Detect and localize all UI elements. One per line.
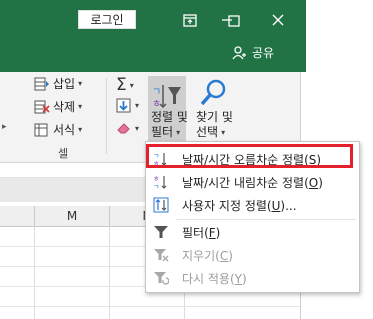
group-divider <box>106 78 107 154</box>
find-select-label-line2: 선택 <box>196 125 219 139</box>
chevron-down-icon: ▾ <box>129 80 134 90</box>
chevron-down-icon: ▾ <box>176 128 181 137</box>
share-button[interactable]: 공유 <box>232 44 274 61</box>
login-label: 로그인 <box>90 13 124 27</box>
accelerator-key: O <box>308 175 319 190</box>
menu-item-suffix: )... <box>280 198 297 213</box>
menu-item-suffix: ) <box>228 248 233 263</box>
fill-button[interactable]: ▾ <box>116 98 139 113</box>
menu-item-sort-descending[interactable]: ㅎ ㄱ 날짜/시간 내림차순 정렬(O) <box>146 171 359 193</box>
column-header-m[interactable]: M <box>35 206 110 227</box>
collapse-arrow: ▸ <box>2 122 7 132</box>
custom-sort-icon <box>153 197 169 213</box>
login-button[interactable]: 로그인 <box>78 10 136 29</box>
accelerator-key: Y <box>234 271 243 286</box>
chevron-down-icon: ▾ <box>78 125 83 134</box>
sort-filter-label: 정렬 및 필터 ▾ <box>151 110 188 140</box>
svg-text:ㅎ: ㅎ <box>153 175 159 183</box>
menu-item-label: 다시 적용( <box>182 271 235 286</box>
menu-item-suffix: ) <box>318 175 323 190</box>
menu-item-filter[interactable]: 필터(F) <box>146 221 359 243</box>
svg-text:ㄱ: ㄱ <box>152 87 161 98</box>
chevron-down-icon: ▾ <box>135 123 140 133</box>
delete-label: 삭제 <box>53 100 76 114</box>
share-label: 공유 <box>252 46 275 60</box>
chevron-down-icon: ▾ <box>221 128 226 137</box>
menu-item-label: 필터( <box>182 225 209 240</box>
column-header-label: M <box>66 209 78 223</box>
menu-separator <box>176 219 356 220</box>
reapply-icon <box>154 272 169 285</box>
menu-item-suffix: ) <box>316 152 322 167</box>
format-cells-button[interactable]: 서식 ▾ <box>34 121 82 138</box>
find-select-label-line1: 찾기 및 <box>196 110 233 124</box>
ribbon-display-icon <box>183 13 197 27</box>
sort-filter-label-line1: 정렬 및 <box>151 110 188 124</box>
menu-item-label: 날짜/시간 내림차순 정렬( <box>182 175 309 190</box>
menu-item-reapply[interactable]: 다시 적용(Y) <box>146 267 359 289</box>
gridline <box>0 306 306 307</box>
insert-cells-icon <box>34 77 49 90</box>
magnifier-icon <box>200 79 226 106</box>
accelerator-key: C <box>219 248 229 263</box>
sort-ascending-icon: ㄱ ㅎ <box>153 152 167 167</box>
delete-cells-icon <box>34 100 50 113</box>
chevron-down-icon: ▾ <box>135 101 140 110</box>
title-bar: 로그인 공유 <box>0 0 306 72</box>
menu-item-suffix: ) <box>215 225 221 240</box>
chevron-down-icon: ▾ <box>78 79 83 88</box>
accelerator-key: F <box>208 225 216 240</box>
ribbon-display-options-button[interactable] <box>178 9 202 31</box>
cells-group-label: 셀 <box>58 147 69 160</box>
delete-cells-button[interactable]: 삭제 ▾ <box>34 98 82 115</box>
person-add-icon <box>232 45 246 59</box>
svg-text:ㅎ: ㅎ <box>153 160 159 167</box>
chevron-down-icon: ▾ <box>78 102 83 111</box>
format-cells-icon <box>34 123 48 136</box>
close-icon <box>272 14 284 26</box>
sort-filter-icon: ㄱ ㅎ <box>152 85 181 110</box>
sigma-icon: Σ <box>116 75 127 95</box>
menu-item-sort-ascending[interactable]: ㄱ ㅎ 날짜/시간 오름차순 정렬(S) <box>146 148 359 170</box>
menu-item-suffix: ) <box>242 271 247 286</box>
autosum-button[interactable]: Σ ▾ <box>116 75 134 95</box>
format-label: 서식 <box>53 123 76 137</box>
insert-label: 삽입 <box>53 77 76 91</box>
filter-icon <box>154 226 168 238</box>
menu-item-clear[interactable]: 지우기(C) <box>146 244 359 266</box>
insert-cells-button[interactable]: 삽입 ▾ <box>34 75 82 92</box>
sort-descending-icon: ㅎ ㄱ <box>153 175 167 190</box>
sort-filter-menu: ㄱ ㅎ 날짜/시간 오름차순 정렬(S) ㅎ ㄱ 날짜/시간 내림차순 정렬(O… <box>145 141 360 293</box>
menu-item-custom-sort[interactable]: 사용자 지정 정렬(U)... <box>146 194 359 216</box>
menu-item-label: 사용자 지정 정렬( <box>182 198 272 213</box>
clear-filter-icon <box>154 249 169 262</box>
menu-item-label: 지우기( <box>182 248 220 263</box>
column-header-blank[interactable] <box>0 206 35 227</box>
fill-down-icon <box>116 98 131 113</box>
menu-item-label: 날짜/시간 오름차순 정렬( <box>182 152 309 167</box>
find-select-button[interactable] <box>197 77 229 112</box>
svg-text:ㄱ: ㄱ <box>153 183 159 190</box>
sort-filter-label-line2: 필터 <box>151 125 174 139</box>
maximize-icon <box>228 15 240 27</box>
svg-text:ㄱ: ㄱ <box>153 152 159 160</box>
find-select-label: 찾기 및 선택 ▾ <box>196 110 233 140</box>
maximize-glyph <box>228 15 240 30</box>
close-button[interactable] <box>266 9 290 31</box>
eraser-icon <box>117 123 130 134</box>
clear-button[interactable]: ▾ <box>116 121 139 135</box>
